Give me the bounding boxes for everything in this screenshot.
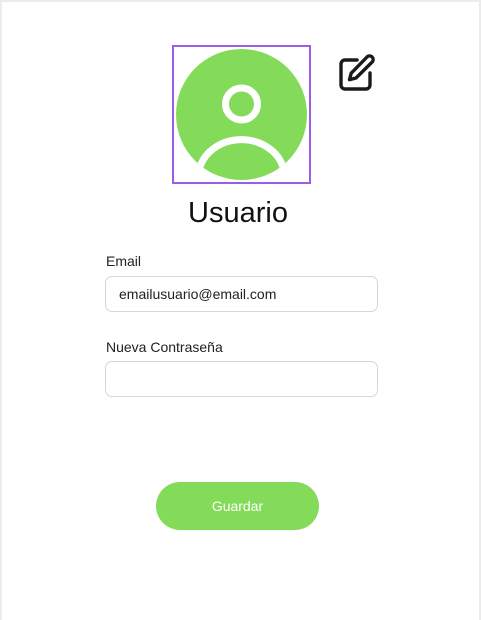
email-field[interactable] [105,276,378,312]
email-label: Email [106,253,142,269]
save-button[interactable]: Guardar [156,482,319,530]
new-password-label: Nueva Contraseña [106,339,223,355]
user-avatar-icon [196,84,287,169]
edit-icon[interactable] [336,52,378,94]
username-title: Usuario [188,197,288,229]
avatar[interactable] [176,49,307,180]
avatar-selection-frame[interactable] [172,45,311,184]
new-password-field[interactable] [105,361,378,397]
